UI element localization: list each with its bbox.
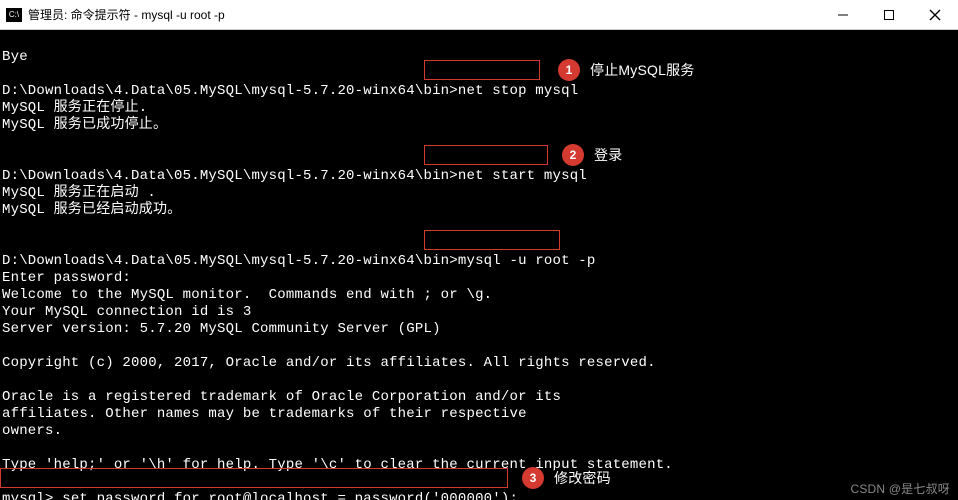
terminal-line: Enter password: [2, 270, 131, 286]
window-controls [820, 0, 958, 29]
maximize-icon [883, 9, 895, 21]
close-button[interactable] [912, 0, 958, 29]
window-titlebar: C:\ 管理员: 命令提示符 - mysql -u root -p [0, 0, 958, 30]
terminal-line: MySQL 服务正在启动 . [2, 185, 156, 201]
terminal-line: MySQL 服务已成功停止。 [2, 117, 167, 133]
callout-1: 1 停止MySQL服务 [558, 59, 694, 81]
terminal-line: D:\Downloads\4.Data\05.MySQL\mysql-5.7.2… [2, 253, 596, 269]
callout-3: 3 修改密码 [522, 467, 611, 489]
terminal-line: MySQL 服务正在停止. [2, 100, 147, 116]
minimize-button[interactable] [820, 0, 866, 29]
minimize-icon [837, 9, 849, 21]
terminal-line: D:\Downloads\4.Data\05.MySQL\mysql-5.7.2… [2, 83, 578, 99]
terminal-line: owners. [2, 423, 62, 439]
callout-num: 3 [522, 467, 544, 489]
terminal-line: Welcome to the MySQL monitor. Commands e… [2, 287, 492, 303]
app-icon: C:\ [6, 8, 22, 22]
highlight-box-4 [0, 468, 508, 488]
highlight-box-1 [424, 60, 540, 80]
maximize-button[interactable] [866, 0, 912, 29]
terminal-line: D:\Downloads\4.Data\05.MySQL\mysql-5.7.2… [2, 168, 587, 184]
callout-label: 停止MySQL服务 [590, 62, 694, 79]
terminal-output[interactable]: Bye D:\Downloads\4.Data\05.MySQL\mysql-5… [0, 30, 958, 500]
callout-2: 2 登录 [562, 144, 622, 166]
callout-label: 登录 [594, 147, 622, 164]
callout-label: 修改密码 [554, 470, 611, 487]
highlight-box-2 [424, 145, 548, 165]
terminal-line: Bye [2, 49, 28, 65]
terminal-line: affiliates. Other names may be trademark… [2, 406, 527, 422]
close-icon [929, 9, 941, 21]
callout-num: 2 [562, 144, 584, 166]
terminal-line: mysql> set password for root@localhost =… [2, 491, 518, 500]
terminal-line: Your MySQL connection id is 3 [2, 304, 251, 320]
watermark: CSDN @是七叔呀 [850, 481, 950, 498]
terminal-line: Copyright (c) 2000, 2017, Oracle and/or … [2, 355, 656, 371]
terminal-line: Oracle is a registered trademark of Orac… [2, 389, 561, 405]
window-title: 管理员: 命令提示符 - mysql -u root -p [28, 6, 820, 23]
callout-num: 1 [558, 59, 580, 81]
terminal-line: MySQL 服务已经启动成功。 [2, 202, 181, 218]
terminal-line: Server version: 5.7.20 MySQL Community S… [2, 321, 441, 337]
highlight-box-3 [424, 230, 560, 250]
